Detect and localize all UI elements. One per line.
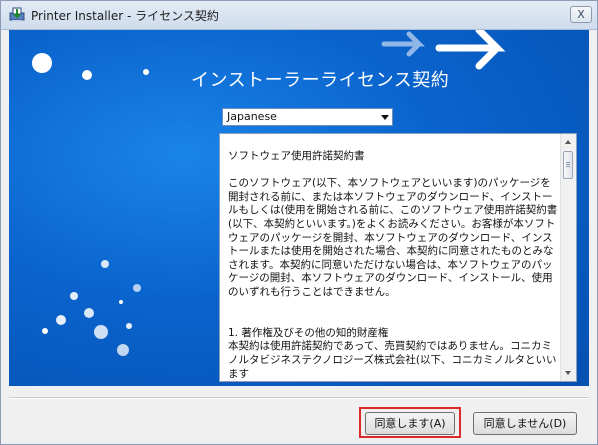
chevron-down-icon (381, 115, 389, 120)
footer-divider (9, 397, 589, 399)
license-content: ソフトウェア使用許諾契約書 このソフトウェア(以下、本ソフトウェアといいます)の… (228, 150, 558, 381)
license-paragraph: このソフトウェア(以下、本ソフトウェアといいます)のパッケージを開封される前に、… (228, 177, 558, 298)
scroll-up-arrow-icon[interactable] (565, 140, 571, 144)
grip-line (566, 162, 570, 163)
agree-button[interactable]: 同意します(A) (365, 412, 455, 435)
license-section-title: 1. 著作権及びその他の知的財産権 (228, 326, 389, 339)
scroll-thumb[interactable] (563, 151, 573, 179)
title-bar[interactable]: Printer Installer - ライセンス契約 X (1, 1, 597, 30)
disagree-button-label: 同意しません(D) (483, 417, 567, 430)
page-title: インストーラーライセンス契約 (191, 70, 450, 91)
grip-line (566, 166, 570, 167)
language-select[interactable]: Japanese (222, 108, 393, 126)
banner-panel: インストーラーライセンス契約 Japanese ソフトウェア使用許諾契約書 この… (9, 30, 589, 386)
printer-installer-icon (9, 7, 25, 22)
language-select-value: Japanese (227, 110, 277, 123)
window-title: Printer Installer - ライセンス契約 (31, 9, 219, 23)
license-heading: ソフトウェア使用許諾契約書 (228, 150, 365, 162)
grip-line (566, 164, 570, 165)
close-button[interactable]: X (570, 6, 592, 23)
close-icon: X (577, 8, 585, 21)
license-section-text: 本契約は使用許諾契約であって、売買契約ではありません。コニカミノルタビジネステク… (228, 340, 557, 380)
agree-button-label: 同意します(A) (374, 417, 446, 430)
scroll-down-arrow-icon[interactable] (565, 371, 571, 375)
license-scrollbar[interactable] (560, 134, 576, 381)
installer-window: Printer Installer - ライセンス契約 X インストーラーライセ… (0, 0, 598, 445)
license-text-box[interactable]: ソフトウェア使用許諾契約書 このソフトウェア(以下、本ソフトウェアといいます)の… (219, 133, 577, 382)
disagree-button[interactable]: 同意しません(D) (473, 412, 577, 435)
